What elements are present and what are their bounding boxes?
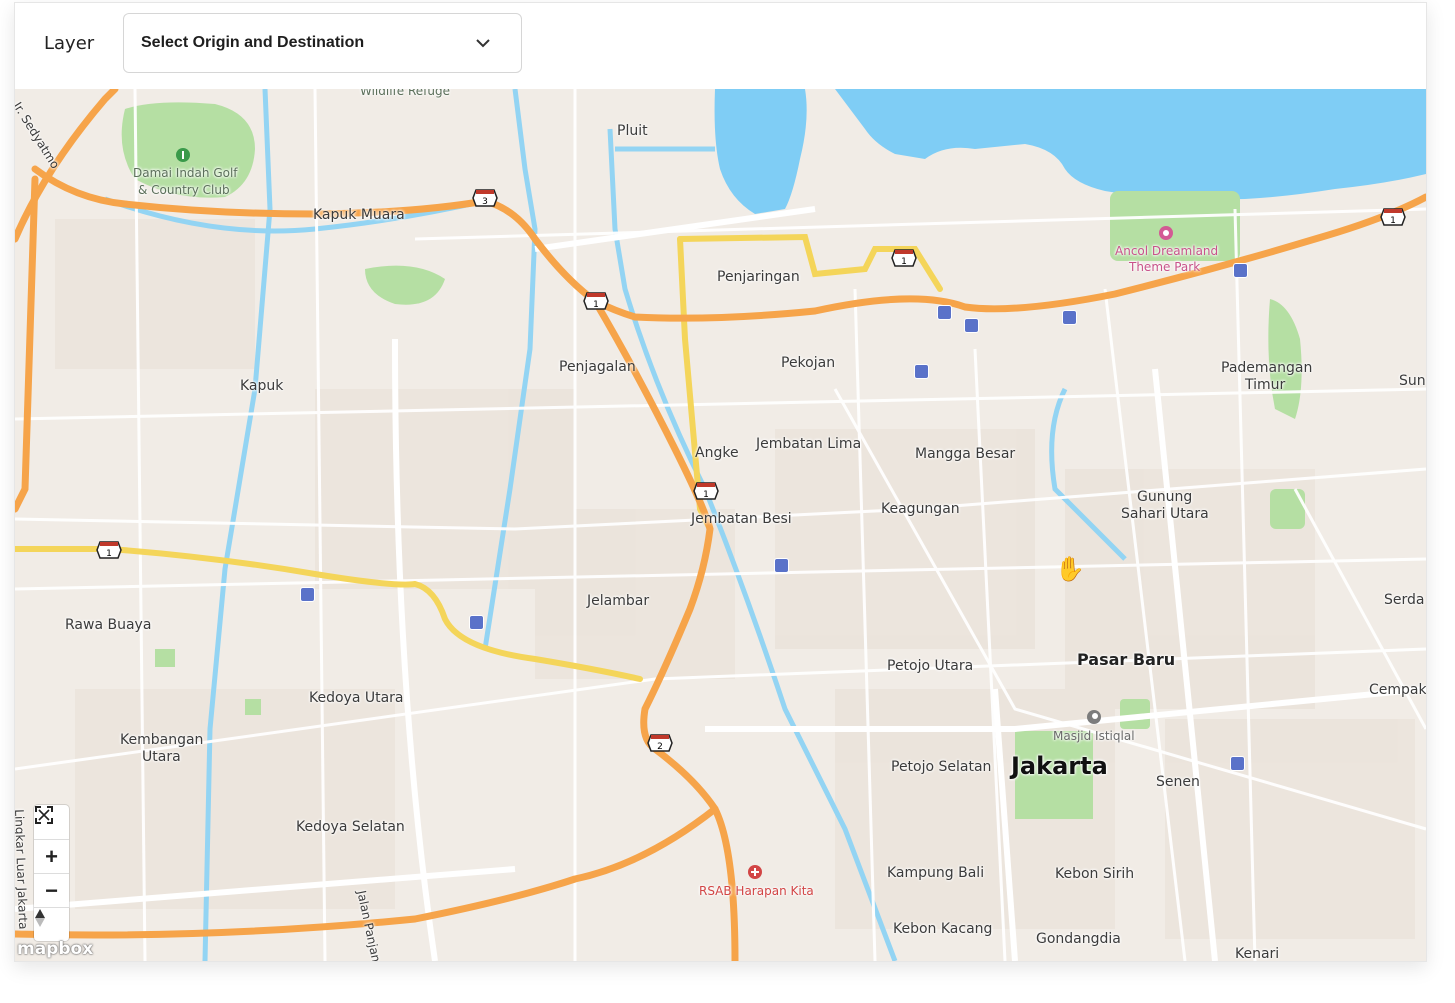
highway-shield-icon: 1 <box>1380 208 1406 226</box>
fullscreen-button[interactable] <box>34 805 69 839</box>
poi-label: Ancol Dreamland <box>1115 244 1219 258</box>
place-label: Timur <box>1245 377 1286 393</box>
city-label: Jakarta <box>1011 752 1108 780</box>
layer-select[interactable]: Select Origin and Destination <box>123 13 522 73</box>
map-canvas[interactable]: 3 1 1 1 1 2 1 Wildlife Refuge Pluit Dama… <box>15 89 1426 961</box>
place-label: Kapuk <box>240 378 284 394</box>
place-label: Pekojan <box>781 355 836 371</box>
place-label: Kapuk Muara <box>313 207 405 223</box>
compass-button[interactable] <box>34 907 69 941</box>
highway-shield-icon: 1 <box>891 249 917 267</box>
shield-number: 1 <box>901 257 907 267</box>
place-label: Kebon Sirih <box>1055 866 1135 882</box>
place-label: Jelambar <box>587 593 650 609</box>
place-label: Gondangdia <box>1036 931 1121 947</box>
theme-park-icon <box>1159 226 1173 240</box>
train-station-icon[interactable] <box>1230 756 1245 771</box>
place-label: Angke <box>695 445 739 461</box>
zoom-in-button[interactable]: + <box>34 839 69 873</box>
golf-icon <box>176 148 190 162</box>
shield-number: 1 <box>593 300 599 310</box>
fullscreen-icon <box>35 806 53 824</box>
shield-number: 2 <box>657 742 663 752</box>
place-label: Pademangan <box>1221 360 1313 376</box>
poi-label: Masjid Istiqlal <box>1053 729 1135 743</box>
train-station-icon[interactable] <box>469 615 484 630</box>
highway-shield-icon: 3 <box>472 189 498 207</box>
place-label: Gunung <box>1137 489 1193 505</box>
poi-label: Theme Park <box>1129 260 1201 274</box>
place-label: Rawa Buaya <box>65 617 152 633</box>
mapbox-logo[interactable]: mapbox <box>17 939 93 959</box>
train-station-icon[interactable] <box>774 558 789 573</box>
mosque-icon <box>1087 710 1101 724</box>
chevron-down-icon <box>475 36 491 54</box>
place-label: Sahari Utara <box>1121 506 1209 522</box>
shield-number: 1 <box>106 549 112 559</box>
place-label: Petojo Selatan <box>891 759 992 775</box>
place-label: Sun <box>1399 373 1426 389</box>
shield-number: 1 <box>703 490 709 500</box>
highway-shield-icon: 1 <box>96 541 122 559</box>
place-label: Kembangan <box>120 732 204 748</box>
place-label: Kedoya Selatan <box>296 819 405 835</box>
place-label: Keagungan <box>881 501 960 517</box>
place-label: Kebon Kacang <box>893 921 993 937</box>
train-station-icon[interactable] <box>964 318 979 333</box>
poi-label: RSAB Harapan Kita <box>699 884 814 898</box>
train-station-icon[interactable] <box>914 364 929 379</box>
train-station-icon[interactable] <box>1062 310 1077 325</box>
map-controls: + − <box>34 805 69 941</box>
layer-label: Layer <box>44 33 95 54</box>
place-label: Kampung Bali <box>887 865 985 881</box>
place-label: Jembatan Besi <box>691 511 792 527</box>
map-card: Layer Select Origin and Destination 3 1 … <box>14 2 1427 962</box>
place-label: Jembatan Lima <box>756 436 862 452</box>
place-label: Penjagalan <box>559 359 636 375</box>
highway-shield-icon: 2 <box>647 734 673 752</box>
place-label: Utara <box>142 749 181 765</box>
highway-shield-icon: 1 <box>583 292 609 310</box>
train-station-icon[interactable] <box>1233 263 1248 278</box>
place-label: Senen <box>1156 774 1200 790</box>
golf-course-label: Damai Indah Golf <box>133 166 238 180</box>
highway-shield-icon: 1 <box>693 482 719 500</box>
shield-number: 1 <box>1390 216 1396 226</box>
place-label: Wildlife Refuge <box>360 89 450 98</box>
place-label: Pluit <box>617 123 648 139</box>
place-label: Serda <box>1384 592 1425 608</box>
train-station-icon[interactable] <box>937 305 952 320</box>
shield-number: 3 <box>482 197 488 207</box>
compass-icon <box>35 909 45 927</box>
toolbar: Layer Select Origin and Destination <box>15 3 1426 89</box>
place-label: Petojo Utara <box>887 658 974 674</box>
place-label: Cempak <box>1369 682 1426 698</box>
grab-cursor-icon: ✋ <box>1055 556 1085 583</box>
place-label: Mangga Besar <box>915 446 1016 462</box>
golf-course-label: & Country Club <box>138 183 230 197</box>
place-label: Penjaringan <box>717 269 800 285</box>
place-label: Kedoya Utara <box>309 690 404 706</box>
layer-select-value: Select Origin and Destination <box>141 34 365 51</box>
place-label: Kenari <box>1235 946 1280 961</box>
hospital-icon <box>748 865 762 879</box>
train-station-icon[interactable] <box>300 587 315 602</box>
place-label: Pasar Baru <box>1077 650 1176 669</box>
zoom-out-button[interactable]: − <box>34 873 69 907</box>
